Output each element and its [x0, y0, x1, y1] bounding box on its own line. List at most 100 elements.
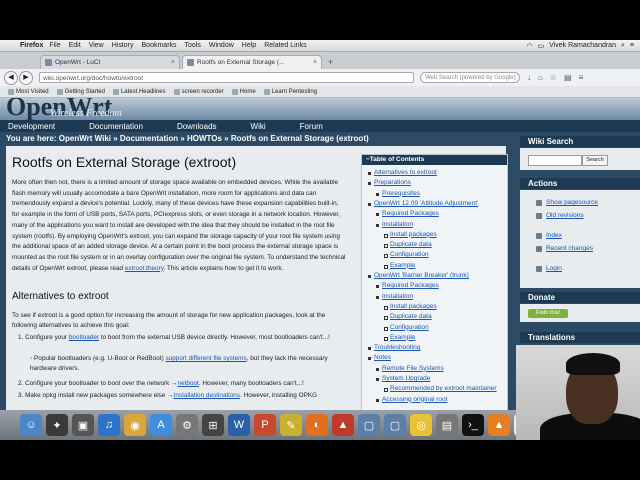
search-button[interactable]: Search — [582, 155, 608, 166]
new-tab-icon[interactable]: + — [328, 57, 333, 67]
list-item: 3. Make opkg install new packages somewh… — [18, 392, 318, 399]
menu-related-links[interactable]: Related Links — [264, 42, 306, 49]
toc-item[interactable]: Installation — [382, 293, 413, 300]
vlc-icon[interactable]: ▲ — [488, 414, 510, 436]
file-systems-link[interactable]: support different file systems — [165, 355, 246, 362]
photo-icon[interactable]: ▣ — [72, 414, 94, 436]
app-store-icon[interactable]: A — [150, 414, 172, 436]
system-preferences-icon[interactable]: ⚙ — [176, 414, 198, 436]
launchpad-icon[interactable]: ✦ — [46, 414, 68, 436]
user-name[interactable]: Vivek Ramachandran — [549, 42, 616, 49]
toc-item[interactable]: Remote File Systems — [382, 365, 444, 372]
forward-icon[interactable]: ▶ — [19, 70, 33, 85]
preview-icon[interactable]: ▤ — [436, 414, 458, 436]
notes-icon[interactable]: ✎ — [280, 414, 302, 436]
close-icon[interactable]: × — [171, 59, 175, 66]
virtualbox-icon[interactable]: ▢ — [358, 414, 380, 436]
bookmark-star-icon[interactable]: ☆ — [550, 73, 557, 82]
nav-documentation[interactable]: Documentation — [89, 122, 143, 131]
toc-item[interactable]: Prerequisites — [382, 190, 420, 197]
wiki-search-input[interactable] — [528, 155, 582, 166]
menu-tools[interactable]: Tools — [185, 42, 201, 49]
filezilla-icon[interactable]: ▲ — [332, 414, 354, 436]
powerpoint-icon[interactable]: P — [254, 414, 276, 436]
toc-item[interactable]: Accessing original root — [382, 396, 447, 403]
toc-item[interactable]: Installation — [382, 221, 413, 228]
action-login[interactable]: Login — [546, 265, 562, 272]
finder-icon[interactable]: ☺ — [20, 414, 42, 436]
nav-forum[interactable]: Forum — [300, 122, 323, 131]
web-search-input[interactable]: Web Search (powered by Google) — [420, 72, 520, 83]
bookmark-screen-recorder[interactable]: screen recorder — [173, 88, 224, 95]
list-icon[interactable]: ≡ — [630, 42, 634, 49]
menu-window[interactable]: Window — [209, 42, 234, 49]
menu-history[interactable]: History — [112, 42, 134, 49]
virtualbox-vm-icon[interactable]: ▢ — [384, 414, 406, 436]
chrome-icon[interactable]: ◎ — [410, 414, 432, 436]
installation-destinations-link[interactable]: Installation destinations — [174, 392, 240, 399]
tab-openwrt-luci[interactable]: OpenWrt - LuCI × — [40, 55, 180, 69]
tab-label: OpenWrt - LuCI — [55, 59, 101, 66]
bookmark-learn-pentesting[interactable]: Learn Pentesting — [263, 88, 317, 95]
toc-item[interactable]: Required Packages — [382, 282, 439, 289]
toc-title[interactable]: −Table of Contents — [362, 155, 507, 165]
itunes-icon[interactable]: ♫ — [98, 414, 120, 436]
action-recent-changes[interactable]: Recent changes — [546, 245, 593, 252]
flattr-button[interactable]: Flattr this! — [528, 309, 568, 318]
menu-icon[interactable]: ≡ — [579, 73, 584, 82]
toc-item[interactable]: OpenWrt 'Barrier Breaker' (trunk) — [374, 272, 469, 279]
action-index[interactable]: Index — [546, 232, 562, 239]
toc-item[interactable]: Alternatives to extroot — [374, 169, 437, 176]
nav-development[interactable]: Development — [8, 122, 55, 131]
menu-app-name[interactable]: Firefox — [20, 42, 43, 49]
toc-item[interactable]: Duplicate data — [390, 313, 432, 320]
bootloader-link[interactable]: bootloader — [69, 334, 99, 341]
breadcrumb[interactable]: You are here: OpenWrt Wiki » Documentati… — [6, 134, 506, 143]
bookmark-most-visited[interactable]: Most Visited — [8, 88, 49, 95]
menu-bookmarks[interactable]: Bookmarks — [142, 42, 177, 49]
home-icon[interactable]: ⌂ — [538, 73, 543, 82]
toc-item[interactable]: Notes — [374, 354, 391, 361]
bookmark-getting-started[interactable]: Getting Started — [56, 88, 105, 95]
menu-view[interactable]: View — [89, 42, 104, 49]
terminal-icon[interactable]: ›_ — [462, 414, 484, 436]
toc-item[interactable]: Troubleshooting — [374, 344, 420, 351]
action-old-revisions[interactable]: Old revisions — [546, 212, 584, 219]
firefox-icon[interactable]: ◐ — [306, 414, 328, 436]
word-icon[interactable]: W — [228, 414, 250, 436]
wifi-icon[interactable]: ◠ — [526, 42, 532, 50]
battery-icon[interactable]: ▭ — [538, 42, 545, 50]
nav-downloads[interactable]: Downloads — [177, 122, 217, 131]
toc-item[interactable]: OpenWrt 12.09 'Attitude Adjustment' — [374, 200, 478, 207]
toc-item[interactable]: Preparations — [374, 179, 411, 186]
close-icon[interactable]: × — [313, 59, 317, 66]
toc-item[interactable]: Configuration — [390, 251, 429, 258]
toc-item[interactable]: Example — [390, 334, 415, 341]
download-icon[interactable]: ↓ — [527, 73, 531, 82]
toc-item[interactable]: Recommended by extroot maintainer — [390, 385, 497, 392]
vlc-old-icon[interactable]: ◉ — [124, 414, 146, 436]
action-show-pagesource[interactable]: Show pagesource — [546, 199, 598, 206]
netboot-link[interactable]: netboot — [178, 380, 199, 387]
toc-item[interactable]: Configuration — [390, 324, 429, 331]
url-bar[interactable]: wiki.openwrt.org/doc/howto/extroot — [39, 72, 414, 83]
bookmark-latest-headlines[interactable]: Latest Headlines — [112, 88, 166, 95]
menu-help[interactable]: Help — [242, 42, 256, 49]
menu-edit[interactable]: Edit — [69, 42, 81, 49]
toc-item[interactable]: System Upgrade — [382, 375, 430, 382]
bookmark-home[interactable]: Home — [231, 88, 256, 95]
nav-wiki[interactable]: Wiki — [251, 122, 266, 131]
tab-rootfs[interactable]: Rootfs on External Storage (... × — [182, 55, 322, 69]
toc-item[interactable]: Duplicate data — [390, 241, 432, 248]
menu-file[interactable]: File — [49, 42, 60, 49]
toc-item[interactable]: Example — [390, 262, 415, 269]
spotlight-icon[interactable]: ⌕ — [621, 42, 625, 50]
utility-icon[interactable]: ⊞ — [202, 414, 224, 436]
toc-item[interactable]: Install packages — [390, 231, 437, 238]
list-item: 1. Configure your bootloader to boot fro… — [18, 334, 330, 341]
toc-item[interactable]: Required Packages — [382, 210, 439, 217]
extroot-theory-link[interactable]: extroot.theory — [125, 265, 164, 272]
toc-item[interactable]: Install packages — [390, 303, 437, 310]
bookmarks-icon[interactable]: ▤ — [564, 73, 572, 82]
back-icon[interactable]: ◀ — [4, 70, 18, 85]
